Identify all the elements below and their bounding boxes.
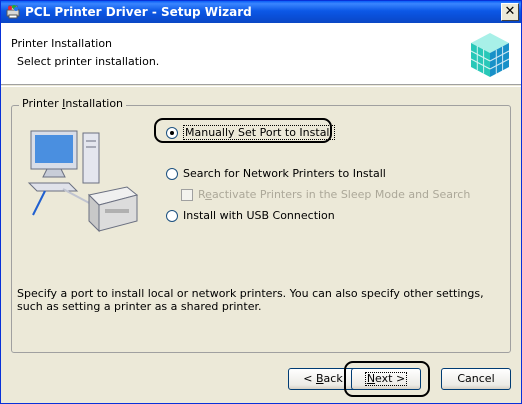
printer-app-icon	[6, 5, 20, 19]
reactivate-option: Reactivate Printers in the Sleep Mode an…	[181, 188, 470, 201]
description-text: Specify a port to install local or netwo…	[17, 287, 484, 313]
cancel-button[interactable]: Cancel	[441, 368, 511, 390]
page-subtitle: Select printer installation.	[17, 55, 160, 68]
title-bar[interactable]: PCL Printer Driver - Setup Wizard ✕	[1, 1, 521, 23]
header-divider	[1, 86, 521, 87]
highlight-callout-next	[344, 361, 430, 397]
usb-option[interactable]: Install with USB Connection	[166, 209, 335, 222]
usb-label: Install with USB Connection	[183, 209, 335, 222]
page-title: Printer Installation	[11, 37, 113, 50]
setup-wizard-window: PCL Printer Driver - Setup Wizard ✕ Prin…	[0, 0, 522, 404]
reactivate-label: Reactivate Printers in the Sleep Mode an…	[198, 188, 471, 201]
usb-radio[interactable]	[166, 209, 178, 222]
network-search-radio[interactable]	[166, 167, 178, 180]
network-search-option[interactable]: Search for Network Printers to Install	[166, 167, 386, 180]
computer-printer-illustration	[27, 130, 139, 233]
reactivate-checkbox	[181, 188, 193, 201]
group-label: Printer Installation	[19, 97, 127, 110]
wizard-header: Printer Installation Select printer inst…	[1, 23, 521, 85]
close-button[interactable]: ✕	[501, 3, 519, 21]
window-title: PCL Printer Driver - Setup Wizard	[25, 5, 252, 19]
highlight-callout-manual	[154, 118, 332, 143]
network-search-label: Search for Network Printers to Install	[183, 167, 386, 180]
printer-cube-logo-icon	[470, 33, 510, 77]
